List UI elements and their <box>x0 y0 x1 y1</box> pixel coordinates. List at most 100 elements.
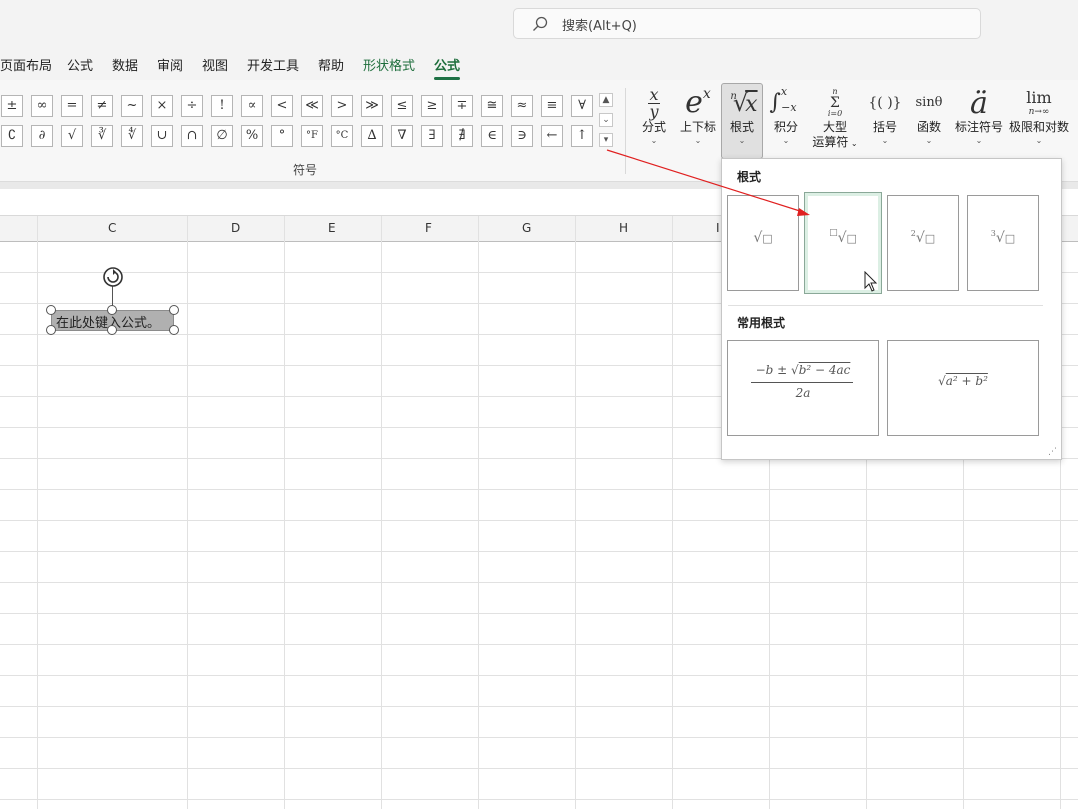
column-header-i[interactable]: I <box>716 221 720 235</box>
scroll-down-button[interactable]: ⌄ <box>599 113 613 127</box>
tab-view[interactable]: 视图 <box>202 55 228 74</box>
symbol-button[interactable]: ≠ <box>91 95 113 117</box>
large-operator-button[interactable]: n Σ i=0 大型 运算符 ⌄ <box>808 84 862 159</box>
cube-root-tile[interactable]: 3√□ <box>967 195 1039 291</box>
symbol-button[interactable]: ← <box>541 125 563 147</box>
symbol-button[interactable]: ∜ <box>121 125 143 147</box>
group-divider <box>625 88 626 174</box>
symbol-button[interactable]: ≤ <box>391 95 413 117</box>
column-header-e[interactable]: E <box>328 221 336 235</box>
column-header-c[interactable]: C <box>108 221 116 235</box>
symbol-button[interactable]: ∛ <box>91 125 113 147</box>
column-header-f[interactable]: F <box>425 221 432 235</box>
symbol-button[interactable]: °F <box>301 125 323 147</box>
symbol-button[interactable]: ≅ <box>481 95 503 117</box>
resize-handle[interactable] <box>169 325 179 335</box>
symbol-button[interactable]: √ <box>61 125 83 147</box>
symbol-button[interactable]: ∈ <box>481 125 503 147</box>
quadratic-formula-tile[interactable]: −b ± √b² − 4ac 2a <box>727 340 879 436</box>
limit-log-button[interactable]: lim n→∞ 极限和对数 ⌄ <box>1008 84 1070 159</box>
integral-button[interactable]: ∫x−x 积分 ⌄ <box>768 84 804 159</box>
symbol-button[interactable]: ∇ <box>391 125 413 147</box>
pythagorean-root-tile[interactable]: √a² + b² <box>887 340 1039 436</box>
more-symbols-button[interactable]: ▾ <box>599 133 613 147</box>
symbol-button[interactable]: ∄ <box>451 125 473 147</box>
tab-review[interactable]: 审阅 <box>157 55 183 74</box>
symbol-button[interactable]: ≪ <box>301 95 323 117</box>
resize-handle[interactable] <box>107 305 117 315</box>
tab-page-layout[interactable]: 页面布局 <box>0 55 52 74</box>
resize-handle[interactable] <box>107 325 117 335</box>
script-icon: ex <box>685 85 711 120</box>
symbol-button[interactable]: ∁ <box>1 125 23 147</box>
bracket-button[interactable]: {( )} 括号 ⌄ <box>866 84 904 159</box>
column-divider <box>381 216 382 809</box>
radical-button[interactable]: n√x 根式 ⌄ <box>721 83 763 159</box>
accent-button[interactable]: ä 标注符号 ⌄ <box>953 84 1005 159</box>
tab-developer[interactable]: 开发工具 <box>247 55 299 74</box>
column-header-h[interactable]: H <box>619 221 628 235</box>
tab-shape-format[interactable]: 形状格式 <box>363 55 415 74</box>
tab-help[interactable]: 帮助 <box>318 55 344 74</box>
symbol-button[interactable]: ≡ <box>541 95 563 117</box>
symbol-button[interactable]: ∞ <box>31 95 53 117</box>
symbol-button[interactable]: ∆ <box>361 125 383 147</box>
function-icon: sinθ <box>915 95 943 110</box>
script-label: 上下标 <box>679 120 716 134</box>
symbol-button[interactable]: ∋ <box>511 125 533 147</box>
symbol-button[interactable]: ∓ <box>451 95 473 117</box>
tab-equation[interactable]: 公式 <box>434 55 461 80</box>
large-operator-icon: n Σ i=0 <box>827 87 843 118</box>
limit-log-label: 极限和对数 <box>1008 120 1069 134</box>
symbol-button[interactable]: ! <box>211 95 233 117</box>
integral-icon: ∫x−x <box>769 85 797 115</box>
column-header-d[interactable]: D <box>231 221 240 235</box>
scroll-up-button[interactable]: ▲ <box>599 93 613 107</box>
radical-gallery-dropdown: 根式 √□ □√□ 2√□ 3√□ 常用根式 −b ± √b² − 4ac 2a… <box>721 158 1062 460</box>
symbol-button[interactable]: ≈ <box>511 95 533 117</box>
accent-icon: ä <box>970 86 988 121</box>
symbol-button[interactable]: ∂ <box>31 125 53 147</box>
column-header-g[interactable]: G <box>522 221 531 235</box>
resize-handle[interactable] <box>46 305 56 315</box>
symbol-button[interactable]: ± <box>1 95 23 117</box>
resize-handle[interactable] <box>46 325 56 335</box>
search-icon <box>533 16 548 31</box>
symbol-button[interactable]: ∀ <box>571 95 593 117</box>
fraction-button[interactable]: x y 分式 ⌄ <box>636 84 672 159</box>
search-box[interactable]: 搜索(Alt+Q) <box>513 8 981 39</box>
section-title-radicals: 根式 <box>737 170 762 184</box>
symbol-button[interactable]: × <box>151 95 173 117</box>
symbol-button[interactable]: ° <box>271 125 293 147</box>
symbol-button[interactable]: ≫ <box>361 95 383 117</box>
function-label: 函数 <box>916 120 941 134</box>
symbol-button[interactable]: ↑ <box>571 125 593 147</box>
symbol-button[interactable]: ÷ <box>181 95 203 117</box>
symbol-button[interactable]: < <box>271 95 293 117</box>
script-button[interactable]: ex 上下标 ⌄ <box>678 84 718 159</box>
chevron-down-icon: ⌄ <box>694 136 702 145</box>
tab-formulas[interactable]: 公式 <box>67 55 93 74</box>
rotate-handle-icon[interactable] <box>102 266 124 288</box>
large-operator-label-2: 运算符 <box>812 135 849 149</box>
radical-label: 根式 <box>729 120 754 134</box>
symbol-button[interactable]: % <box>241 125 263 147</box>
function-button[interactable]: sinθ 函数 ⌄ <box>908 84 950 159</box>
resize-handle[interactable] <box>169 305 179 315</box>
limit-log-icon: lim n→∞ <box>1026 88 1052 118</box>
symbol-button[interactable]: ≥ <box>421 95 443 117</box>
symbol-button[interactable]: = <box>61 95 83 117</box>
square-root-tile[interactable]: √□ <box>727 195 799 291</box>
symbol-button[interactable]: °C <box>331 125 353 147</box>
symbol-button[interactable]: ∅ <box>211 125 233 147</box>
symbol-button[interactable]: ∝ <box>241 95 263 117</box>
square-root-degree-2-tile[interactable]: 2√□ <box>887 195 959 291</box>
symbol-button[interactable]: > <box>331 95 353 117</box>
resize-grip-icon[interactable]: ⋰ <box>1048 447 1057 457</box>
tab-data[interactable]: 数据 <box>112 55 138 74</box>
symbol-button[interactable]: ∪ <box>151 125 173 147</box>
symbol-button[interactable]: ∩ <box>181 125 203 147</box>
menu-bar: 页面布局 公式 数据 审阅 视图 开发工具 帮助 形状格式 公式 <box>0 48 1078 80</box>
symbol-button[interactable]: ~ <box>121 95 143 117</box>
symbol-button[interactable]: ∃ <box>421 125 443 147</box>
